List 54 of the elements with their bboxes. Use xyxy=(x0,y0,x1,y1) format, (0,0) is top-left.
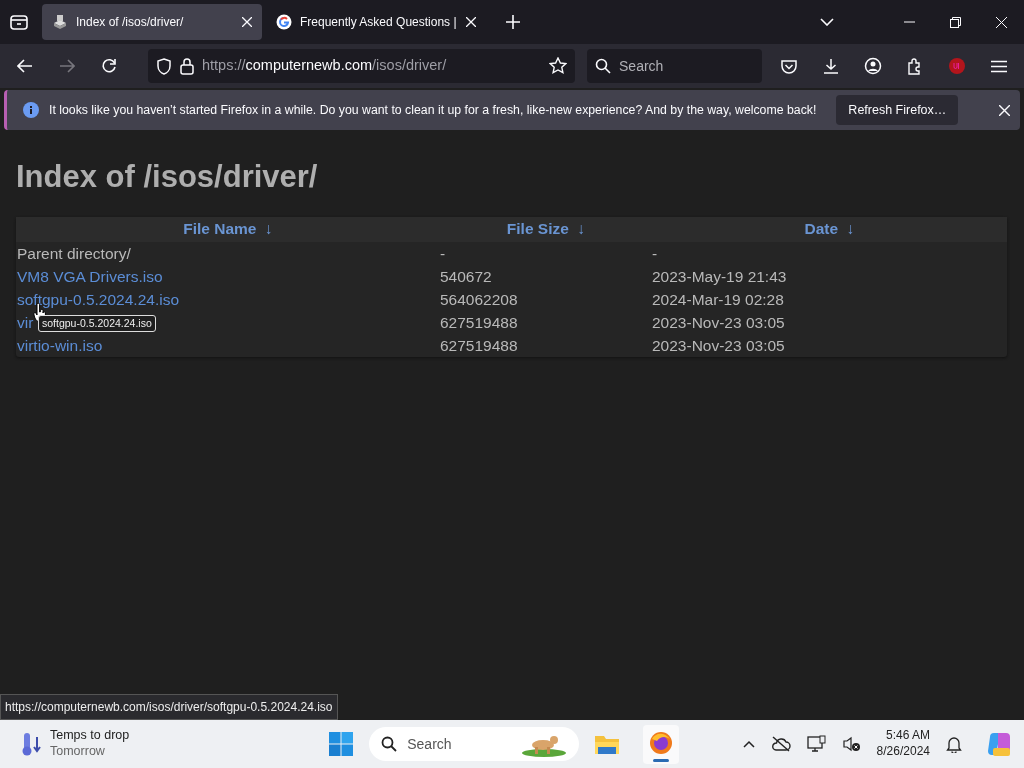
file-link[interactable]: virtio-win.iso xyxy=(16,334,103,358)
date-cell-text: 2024-Mar-19 02:28 xyxy=(652,290,784,311)
file-link[interactable]: softgpu-0.5.2024.24.iso xyxy=(16,288,179,312)
search-icon xyxy=(381,736,398,752)
column-header[interactable]: Date ↓ xyxy=(652,217,1007,243)
copilot-icon[interactable] xyxy=(986,731,1012,757)
refresh-firefox-button[interactable]: Refresh Firefox… xyxy=(836,94,959,126)
info-icon xyxy=(23,102,39,118)
lock-icon[interactable] xyxy=(180,57,194,75)
close-tab-icon[interactable] xyxy=(466,17,476,27)
file-link[interactable]: vir xyxy=(16,311,34,335)
close-icon[interactable] xyxy=(999,104,1010,116)
file-size-cell-text: 540672 xyxy=(440,267,492,288)
file-link[interactable]: VM8 VGA Drivers.iso xyxy=(16,265,163,289)
column-header[interactable]: File Name ↓ xyxy=(16,217,440,243)
browser-tab[interactable]: Frequently Asked Questions | xyxy=(266,4,486,40)
file-size-cell-text: 627519488 xyxy=(440,336,518,357)
thermometer-icon[interactable] xyxy=(20,731,42,757)
shield-icon[interactable] xyxy=(156,57,172,75)
directory-link[interactable]: Parent directory/ xyxy=(16,242,131,266)
browser-tab[interactable]: Index of /isos/driver/ xyxy=(42,4,262,40)
bookmark-star-icon[interactable] xyxy=(549,57,567,75)
close-tab-icon[interactable] xyxy=(242,17,252,27)
taskbar-clock[interactable]: 5:46 AM 8/26/2024 xyxy=(876,728,930,760)
weather-title[interactable]: Temps to drop xyxy=(50,728,130,744)
notification-message: It looks like you haven’t started Firefox in a while. Do you want to clean it up for a fresh, like-new experience? And by the way, welcome back! xyxy=(49,101,817,119)
page-heading: Index of /isos/driver/ xyxy=(16,158,319,196)
file-size-cell-text: - xyxy=(440,244,446,265)
firefox-icon xyxy=(649,730,674,755)
display-icon[interactable] xyxy=(806,735,827,753)
firefox-taskbar-button[interactable] xyxy=(643,724,680,764)
bell-icon[interactable] xyxy=(946,735,962,753)
chevron-up-icon[interactable] xyxy=(742,740,755,748)
search-field[interactable]: Search xyxy=(587,49,762,83)
weather-subtitle[interactable]: Tomorrow xyxy=(50,744,130,760)
cloud-off-icon[interactable] xyxy=(770,736,791,752)
search-icon xyxy=(595,58,611,74)
windows-start-icon[interactable] xyxy=(329,732,354,756)
google-icon xyxy=(276,14,292,30)
status-url: https://computernewb.com/isos/driver/softgpu-0.5.2024.24.iso xyxy=(0,694,338,720)
tab-title: Index of /isos/driver/ xyxy=(76,14,185,31)
date-cell-text: 2023-Nov-23 03:05 xyxy=(652,336,785,357)
date-cell-text: 2023-May-19 21:43 xyxy=(652,267,787,288)
file-size-cell-text: 564062208 xyxy=(440,290,518,311)
speaker-muted-icon[interactable] xyxy=(842,736,861,752)
running-indicator xyxy=(653,758,670,762)
file-size-cell-text: 627519488 xyxy=(440,313,518,334)
date-cell-text: 2023-Nov-23 03:05 xyxy=(652,313,785,334)
link-tooltip: softgpu-0.5.2024.24.iso xyxy=(38,315,156,332)
taskbar-search-field[interactable]: Search xyxy=(369,727,580,761)
tab-title: Frequently Asked Questions | xyxy=(300,14,458,31)
column-header[interactable]: File Size ↓ xyxy=(440,217,652,243)
date-cell-text: - xyxy=(652,244,658,265)
folder-icon[interactable] xyxy=(595,733,620,755)
